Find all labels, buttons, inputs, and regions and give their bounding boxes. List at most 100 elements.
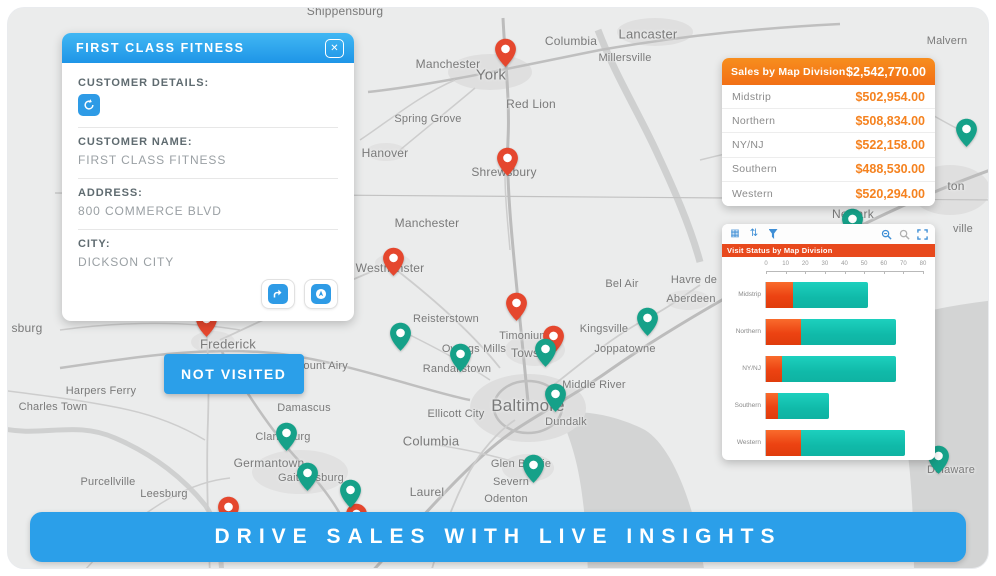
x-tick-mark (864, 271, 865, 274)
map-pin-green[interactable] (296, 462, 319, 492)
sales-rows: Midstrip$502,954.00Northern$508,834.00NY… (722, 85, 935, 206)
map-city-label: Frederick (200, 337, 256, 352)
map-container: ShippensburgManchesterColumbiaLancasterM… (8, 8, 988, 568)
map-city-label: Havre de (671, 274, 717, 286)
map-city-label: Reisterstown (413, 313, 479, 325)
bar-segment-visited[interactable] (782, 356, 896, 382)
division-name: Northern (732, 115, 775, 127)
x-tick-label: 80 (920, 261, 927, 267)
sales-table: Sales by Map Division $2,542,770.00 Mids… (722, 58, 935, 206)
chart-rows: Midstrip Northern NY/NJ Southern Western (728, 276, 923, 460)
address-value: 800 COMMERCE BLVD (78, 204, 338, 218)
chart-category-label: NY/NJ (728, 365, 766, 372)
bar-segment-not-visited[interactable] (766, 393, 778, 419)
bar-segment-visited[interactable] (778, 393, 829, 419)
chart-bar-row: NY/NJ (728, 350, 923, 387)
insights-banner: DRIVE SALES WITH LIVE INSIGHTS (30, 512, 966, 562)
bar-segment-visited[interactable] (801, 319, 895, 345)
map-pin-green[interactable] (522, 454, 545, 484)
not-visited-tooltip: NOT VISITED (164, 354, 304, 394)
map-city-label: Hanover (362, 146, 409, 160)
chart-category-label: Northern (728, 328, 766, 335)
map-pin-green[interactable] (636, 307, 659, 337)
map-pin-red[interactable] (505, 292, 528, 322)
chart-bar-row: Northern (728, 313, 923, 350)
sort-icon[interactable]: ⇅ (748, 228, 760, 240)
map-pin-green[interactable] (534, 338, 557, 368)
customer-details-icon[interactable] (78, 94, 100, 116)
chart-bar-row: Southern (728, 387, 923, 424)
division-sales: $488,530.00 (855, 162, 925, 176)
x-tick-label: 0 (764, 261, 767, 267)
bar-segment-not-visited[interactable] (766, 282, 793, 308)
x-tick-mark (786, 271, 787, 274)
filter-icon[interactable] (767, 228, 779, 240)
map-city-label: Odenton (484, 493, 528, 505)
dashboard-stage: ShippensburgManchesterColumbiaLancasterM… (0, 0, 996, 576)
map-city-label: Columbia (403, 434, 460, 449)
chart-bar-row: Western (728, 424, 923, 460)
map-city-label: Red Lion (506, 97, 556, 111)
x-tick-mark (825, 271, 826, 274)
map-pin-green[interactable] (544, 383, 567, 413)
bar-segment-not-visited[interactable] (766, 430, 801, 456)
bar-segment-not-visited[interactable] (766, 319, 801, 345)
customer-name-label: CUSTOMER NAME: (78, 136, 338, 148)
fullscreen-icon[interactable] (916, 228, 928, 240)
grid-icon[interactable]: ▦ (729, 228, 741, 240)
x-tick-label: 50 (861, 261, 868, 267)
sales-row[interactable]: Western$520,294.00 (722, 182, 935, 206)
map-pin-red[interactable] (496, 147, 519, 177)
x-tick-label: 30 (822, 261, 829, 267)
popup-title: FIRST CLASS FITNESS (76, 41, 245, 55)
map-pin-red[interactable] (494, 38, 517, 68)
division-name: Midstrip (732, 91, 771, 103)
division-name: NY/NJ (732, 139, 764, 151)
navigate-button[interactable] (304, 279, 338, 309)
map-city-label: Columbia (545, 34, 597, 48)
map-pin-red[interactable] (382, 247, 405, 277)
sales-row[interactable]: Southern$488,530.00 (722, 158, 935, 182)
bar-segment-not-visited[interactable] (766, 356, 782, 382)
chart-category-label: Midstrip (728, 291, 766, 298)
zoom-in-icon[interactable] (880, 228, 892, 240)
chart-category-label: Western (728, 439, 766, 446)
map-city-label: Shippensburg (307, 8, 383, 18)
customer-name-value: FIRST CLASS FITNESS (78, 153, 338, 167)
bar-segment-visited[interactable] (793, 282, 868, 308)
customer-popup: FIRST CLASS FITNESS ✕ CUSTOMER DETAILS: … (62, 33, 354, 321)
map-pin-green[interactable] (449, 343, 472, 373)
map-pin-green[interactable] (955, 118, 978, 148)
navigate-icon (311, 284, 331, 304)
map-city-label: Middle River (562, 379, 626, 391)
map-city-label: Charles Town (19, 401, 88, 413)
share-button[interactable] (261, 279, 295, 309)
bar-track (766, 319, 923, 345)
x-tick-mark (845, 271, 846, 274)
map-city-label: York (476, 67, 506, 84)
popup-actions (78, 279, 338, 309)
map-pin-green[interactable] (275, 422, 298, 452)
map-city-label: Lancaster (619, 27, 678, 42)
sales-row[interactable]: NY/NJ$522,158.00 (722, 133, 935, 157)
sales-row[interactable]: Midstrip$502,954.00 (722, 85, 935, 109)
bar-segment-visited[interactable] (801, 430, 905, 456)
zoom-out-icon[interactable] (898, 228, 910, 240)
x-tick-label: 70 (900, 261, 907, 267)
visit-status-chart-panel: ▦ ⇅ Visit Status (722, 224, 935, 460)
city-label: CITY: (78, 238, 338, 250)
bar-track (766, 430, 923, 456)
map-city-label: Germantown (234, 456, 305, 470)
close-icon[interactable]: ✕ (325, 39, 344, 58)
map-city-label: ville (953, 223, 973, 235)
map-city-label: Ellicott City (428, 408, 485, 420)
map-pin-green[interactable] (339, 479, 362, 509)
map-city-label: Millersville (598, 52, 651, 64)
map-pin-green[interactable] (389, 322, 412, 352)
division-sales: $520,294.00 (855, 187, 925, 201)
x-tick-mark (903, 271, 904, 274)
sales-row[interactable]: Northern$508,834.00 (722, 109, 935, 133)
sales-total: $2,542,770.00 (846, 65, 926, 79)
address-label: ADDRESS: (78, 187, 338, 199)
chart-bar-row: Midstrip (728, 276, 923, 313)
